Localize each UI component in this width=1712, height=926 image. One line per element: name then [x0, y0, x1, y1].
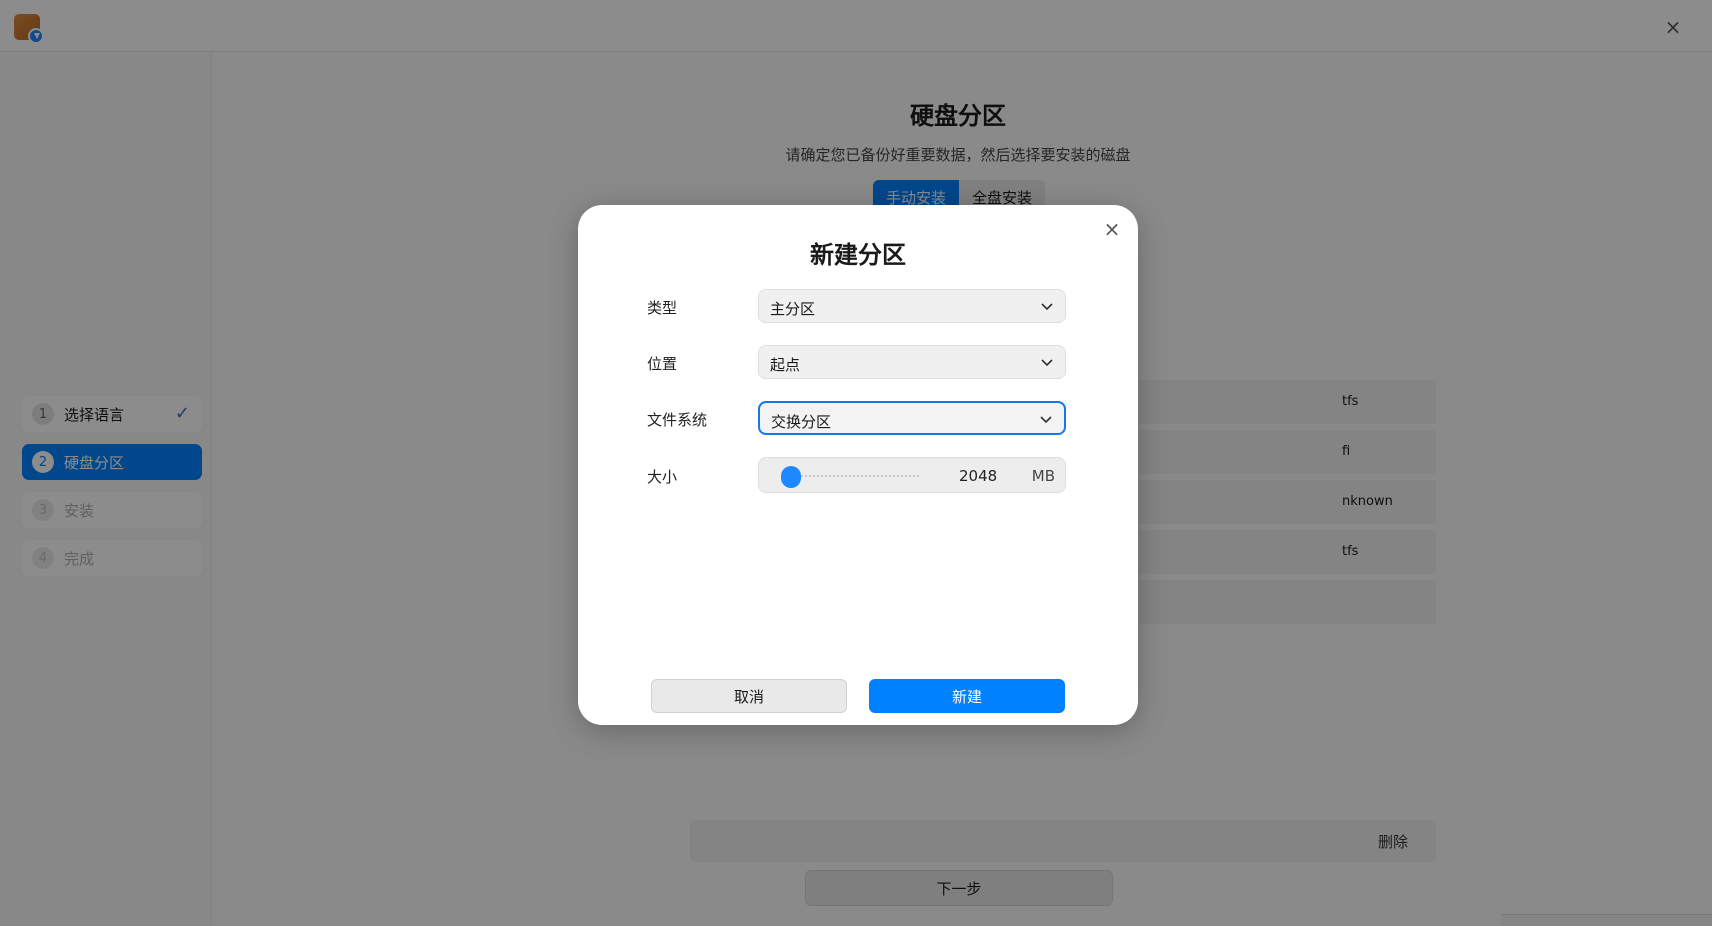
filesystem-label: 文件系统 [647, 411, 708, 429]
cancel-button[interactable]: 取消 [651, 679, 847, 713]
type-label: 类型 [647, 299, 678, 317]
filesystem-select[interactable]: 交换分区 [758, 401, 1066, 435]
size-label: 大小 [647, 468, 678, 486]
location-value: 起点 [770, 356, 801, 374]
chevron-down-icon [1041, 359, 1053, 367]
size-value[interactable]: 2048 [959, 467, 997, 485]
chevron-down-icon [1041, 303, 1053, 311]
size-slider-track[interactable] [789, 475, 921, 477]
size-unit: MB [1031, 467, 1055, 485]
size-slider-field: 2048 MB [758, 457, 1066, 493]
type-value: 主分区 [770, 300, 816, 318]
location-label: 位置 [647, 355, 678, 373]
location-select[interactable]: 起点 [758, 345, 1066, 379]
create-button[interactable]: 新建 [869, 679, 1065, 713]
size-slider-handle[interactable] [780, 466, 801, 488]
dialog-title: 新建分区 [810, 241, 906, 269]
type-select[interactable]: 主分区 [758, 289, 1066, 323]
chevron-down-icon [1040, 416, 1052, 424]
filesystem-value: 交换分区 [771, 413, 832, 431]
new-partition-dialog: × 新建分区 类型 主分区 位置 起点 文件系统 交换分区 大小 2048 MB… [578, 205, 1138, 725]
